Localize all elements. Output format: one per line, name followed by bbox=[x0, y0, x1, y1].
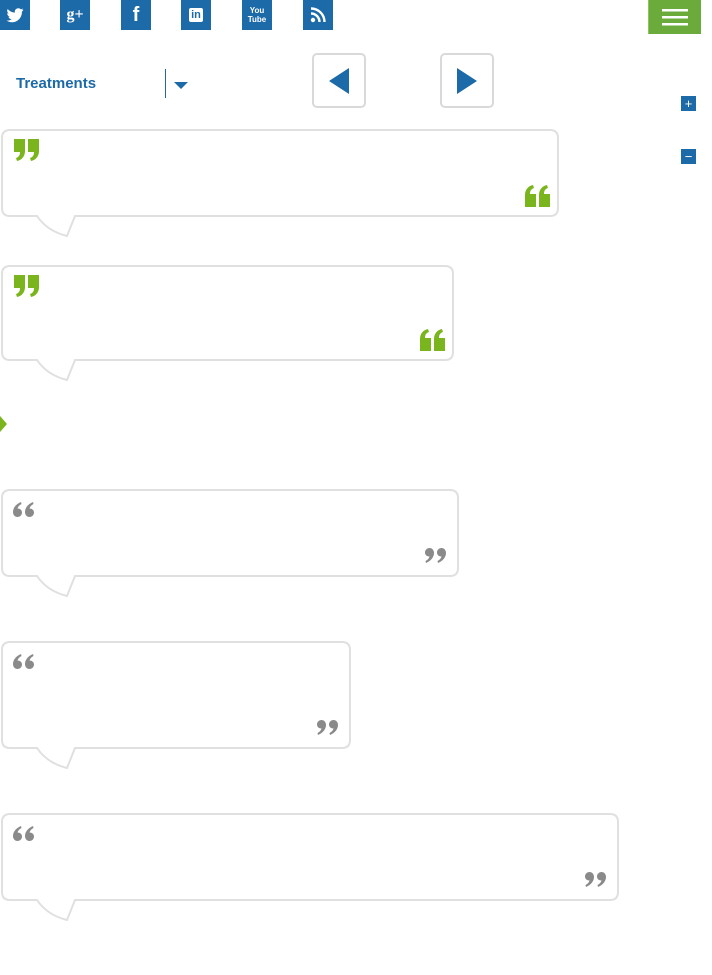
open-quote-icon bbox=[12, 653, 36, 671]
open-quote-icon bbox=[14, 275, 40, 299]
treatments-dropdown[interactable]: Treatments bbox=[16, 66, 196, 102]
zoom-in-button[interactable]: + bbox=[681, 96, 696, 111]
testimonial-bubble bbox=[1, 265, 454, 383]
facebook-icon[interactable]: f bbox=[121, 0, 151, 30]
chevron-down-icon[interactable] bbox=[174, 77, 188, 95]
treatments-dropdown-label: Treatments bbox=[16, 75, 97, 92]
zoom-out-label: − bbox=[684, 149, 693, 164]
zoom-out-button[interactable]: − bbox=[681, 149, 696, 164]
youtube-icon[interactable]: You Tube bbox=[242, 0, 272, 30]
dropdown-divider bbox=[165, 69, 166, 98]
linkedin-label: in bbox=[189, 8, 203, 22]
close-quote-icon bbox=[583, 870, 607, 888]
hamburger-menu-icon[interactable] bbox=[648, 0, 701, 34]
arrow-left-icon bbox=[329, 67, 349, 94]
twitter-icon[interactable] bbox=[0, 0, 30, 30]
green-arrow-marker-icon bbox=[0, 416, 8, 437]
arrow-right-icon bbox=[457, 67, 477, 94]
rss-icon[interactable] bbox=[303, 0, 333, 30]
close-quote-icon bbox=[423, 546, 447, 564]
open-quote-icon bbox=[14, 139, 40, 163]
testimonial-bubble bbox=[1, 489, 459, 599]
testimonial-bubble bbox=[1, 129, 559, 239]
testimonial-bubble bbox=[1, 813, 619, 923]
facebook-label: f bbox=[132, 3, 140, 26]
linkedin-icon[interactable]: in bbox=[181, 0, 211, 30]
previous-button[interactable] bbox=[312, 53, 366, 108]
close-quote-icon bbox=[315, 718, 339, 736]
testimonial-bubble bbox=[1, 641, 351, 771]
close-quote-icon bbox=[524, 183, 550, 207]
open-quote-icon bbox=[12, 501, 36, 519]
google-plus-label: g+ bbox=[66, 6, 84, 23]
google-plus-icon[interactable]: g+ bbox=[60, 0, 90, 30]
next-button[interactable] bbox=[440, 53, 494, 108]
close-quote-icon bbox=[419, 327, 445, 351]
open-quote-icon bbox=[12, 825, 36, 843]
zoom-in-label: + bbox=[684, 96, 693, 111]
youtube-label: You Tube bbox=[247, 6, 267, 24]
